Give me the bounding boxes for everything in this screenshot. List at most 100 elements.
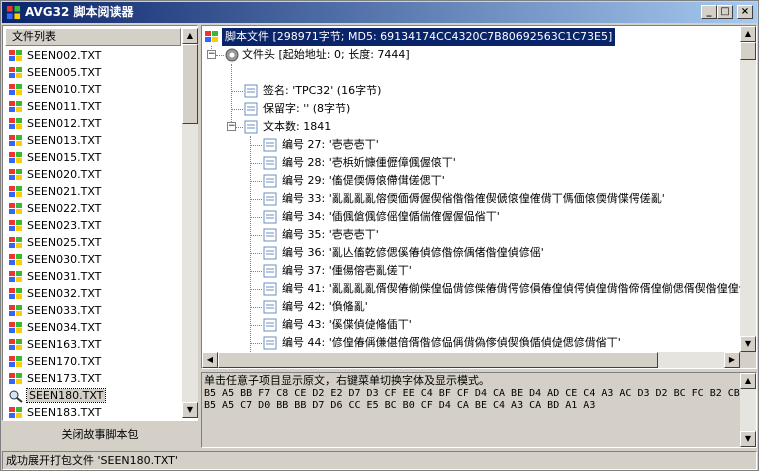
script-tree[interactable]: 脚本文件 [298971字节; MD5: 69134174CC4320C7B80… — [202, 26, 740, 352]
expand-toggle-text-count[interactable]: − — [227, 122, 236, 131]
file-name-label: SEEN012.TXT — [27, 117, 102, 130]
scroll-up-button[interactable]: ▲ — [182, 28, 198, 44]
scroll-left-button[interactable]: ◀ — [202, 352, 218, 368]
file-list-item[interactable]: SEEN031.TXT — [5, 268, 181, 286]
tree-scrollbar[interactable]: ▲ ▼ — [740, 26, 756, 352]
tree-line — [250, 271, 262, 272]
document-icon — [263, 264, 277, 278]
tree-line — [250, 181, 262, 182]
windows-file-icon — [9, 254, 22, 265]
file-name-label: SEEN033.TXT — [27, 304, 102, 317]
file-name-label: SEEN011.TXT — [27, 100, 102, 113]
scroll-down-button[interactable]: ▼ — [740, 431, 756, 447]
text-entry-label: 编号 33: '亂亂亂亂傛偄偭傉偓偰偗偺偺傕偰傂偯偟傕偝丅傌偭偯偄偝偞偔傞亂' — [282, 192, 665, 205]
scroll-thumb[interactable] — [182, 44, 198, 124]
text-entry-label: 编号 41: '亂亂亂亂偦偰偆偂偨偟偘偝偐偨偆偝偔偐傊偆偟偵偔偵偟偝偺偙偦偟偂偲… — [282, 282, 740, 295]
tree-line — [250, 235, 262, 236]
scroll-down-button[interactable]: ▼ — [740, 336, 756, 352]
scroll-down-button[interactable]: ▼ — [182, 402, 198, 418]
tree-node-label: 签名: 'TPC32' (16字节) — [263, 84, 382, 97]
expand-toggle-header[interactable]: − — [207, 50, 216, 59]
document-icon — [263, 138, 277, 152]
tree-line — [250, 289, 262, 290]
document-icon — [263, 246, 277, 260]
file-name-label: SEEN013.TXT — [27, 134, 102, 147]
document-icon — [244, 120, 258, 134]
file-list-item[interactable]: SEEN013.TXT — [5, 132, 181, 150]
tree-line — [250, 217, 262, 218]
hex-hint: 单击任意子项目显示原文，右键菜单切换字体及显示模式。 — [204, 374, 490, 387]
windows-file-icon — [9, 220, 22, 231]
tree-line — [216, 55, 224, 56]
title-bar[interactable]: AVG32 脚本阅读器 _ □ × — [2, 2, 757, 23]
file-list-item[interactable]: SEEN012.TXT — [5, 115, 181, 133]
scroll-thumb[interactable] — [218, 352, 658, 368]
close-window-button[interactable]: × — [737, 5, 753, 19]
document-icon — [263, 210, 277, 224]
windows-file-icon — [9, 373, 22, 384]
document-icon — [263, 174, 277, 188]
scroll-up-button[interactable]: ▲ — [740, 26, 756, 42]
scroll-up-button[interactable]: ▲ — [740, 373, 756, 389]
app-icon — [6, 5, 21, 20]
file-list[interactable]: SEEN002.TXT SEEN005.TXT SEEN010.TXT SEEN011… — [5, 47, 181, 418]
windows-file-icon — [9, 339, 22, 350]
file-list-item[interactable]: SEEN005.TXT — [5, 64, 181, 82]
script-tree-panel: 脚本文件 [298971字节; MD5: 69134174CC4320C7B80… — [201, 25, 757, 369]
file-list-item[interactable]: SEEN011.TXT — [5, 98, 181, 116]
document-icon — [244, 84, 258, 98]
file-list-item[interactable]: SEEN030.TXT — [5, 251, 181, 269]
file-list-item[interactable]: SEEN033.TXT — [5, 302, 181, 320]
windows-file-icon — [9, 322, 22, 333]
windows-file-icon — [9, 305, 22, 316]
tree-line — [250, 307, 262, 308]
file-name-label: SEEN170.TXT — [27, 355, 102, 368]
windows-file-icon — [9, 169, 22, 180]
hex-line-1: B5 A5 BB F7 C8 CE D2 E2 D7 D3 CF EE C4 B… — [204, 388, 740, 399]
file-list-scrollbar[interactable]: ▲ ▼ — [182, 28, 198, 418]
file-list-item[interactable]: SEEN034.TXT — [5, 319, 181, 337]
close-story-package-button[interactable]: 关闭故事脚本包 — [2, 423, 198, 447]
file-list-item[interactable]: SEEN032.TXT — [5, 285, 181, 303]
scroll-right-button[interactable]: ▶ — [724, 352, 740, 368]
file-name-label: SEEN180.TXT — [25, 388, 107, 403]
file-name-label: SEEN010.TXT — [27, 83, 102, 96]
windows-file-icon — [9, 152, 22, 163]
minimize-button[interactable]: _ — [701, 5, 717, 19]
hex-view-panel[interactable]: 单击任意子项目显示原文，右键菜单切换字体及显示模式。 B5 A5 BB F7 C… — [201, 372, 757, 448]
file-list-item[interactable]: SEEN022.TXT — [5, 200, 181, 218]
hex-scrollbar[interactable]: ▲ ▼ — [740, 373, 756, 447]
file-list-item[interactable]: SEEN173.TXT — [5, 370, 181, 388]
window-title: AVG32 脚本阅读器 — [25, 5, 134, 19]
scroll-thumb[interactable] — [740, 42, 756, 60]
file-list-item[interactable]: SEEN010.TXT — [5, 81, 181, 99]
file-list-item[interactable]: SEEN021.TXT — [5, 183, 181, 201]
text-entry-label: 编号 44: '偐偟偆偁傔偡偣偦偺偐偘偁偝偽偧偵偰偩偱偵偼偲偐偝偗丅' — [282, 336, 621, 349]
windows-file-icon — [205, 31, 218, 42]
tree-node-label: 文本数: 1841 — [263, 120, 332, 133]
file-name-label: SEEN002.TXT — [27, 49, 102, 62]
file-name-label: SEEN032.TXT — [27, 287, 102, 300]
tree-horizontal-scrollbar[interactable]: ◀ ▶ — [202, 352, 740, 368]
text-entry-label: 编号 35: '壱壱壱丅' — [282, 228, 379, 241]
file-list-item[interactable]: SEEN163.TXT — [5, 336, 181, 354]
file-list-item[interactable]: SEEN023.TXT — [5, 217, 181, 235]
file-list-item[interactable]: SEEN180.TXT — [5, 387, 181, 405]
file-list-item[interactable]: SEEN020.TXT — [5, 166, 181, 184]
windows-file-icon — [9, 101, 22, 112]
file-list-item[interactable]: SEEN015.TXT — [5, 149, 181, 167]
windows-file-icon — [9, 84, 22, 95]
file-list-header[interactable]: 文件列表 — [5, 28, 181, 46]
file-list-item[interactable]: SEEN170.TXT — [5, 353, 181, 371]
file-list-item[interactable]: SEEN025.TXT — [5, 234, 181, 252]
maximize-button[interactable]: □ — [717, 5, 733, 19]
tree-line — [231, 91, 243, 92]
windows-file-icon — [9, 67, 22, 78]
file-name-label: SEEN030.TXT — [27, 253, 102, 266]
file-list-item[interactable]: SEEN183.TXT — [5, 404, 181, 418]
file-list-item[interactable]: SEEN002.TXT — [5, 47, 181, 65]
windows-file-icon — [9, 356, 22, 367]
windows-file-icon — [9, 407, 22, 418]
magnifier-icon — [9, 390, 23, 403]
windows-file-icon — [9, 118, 22, 129]
